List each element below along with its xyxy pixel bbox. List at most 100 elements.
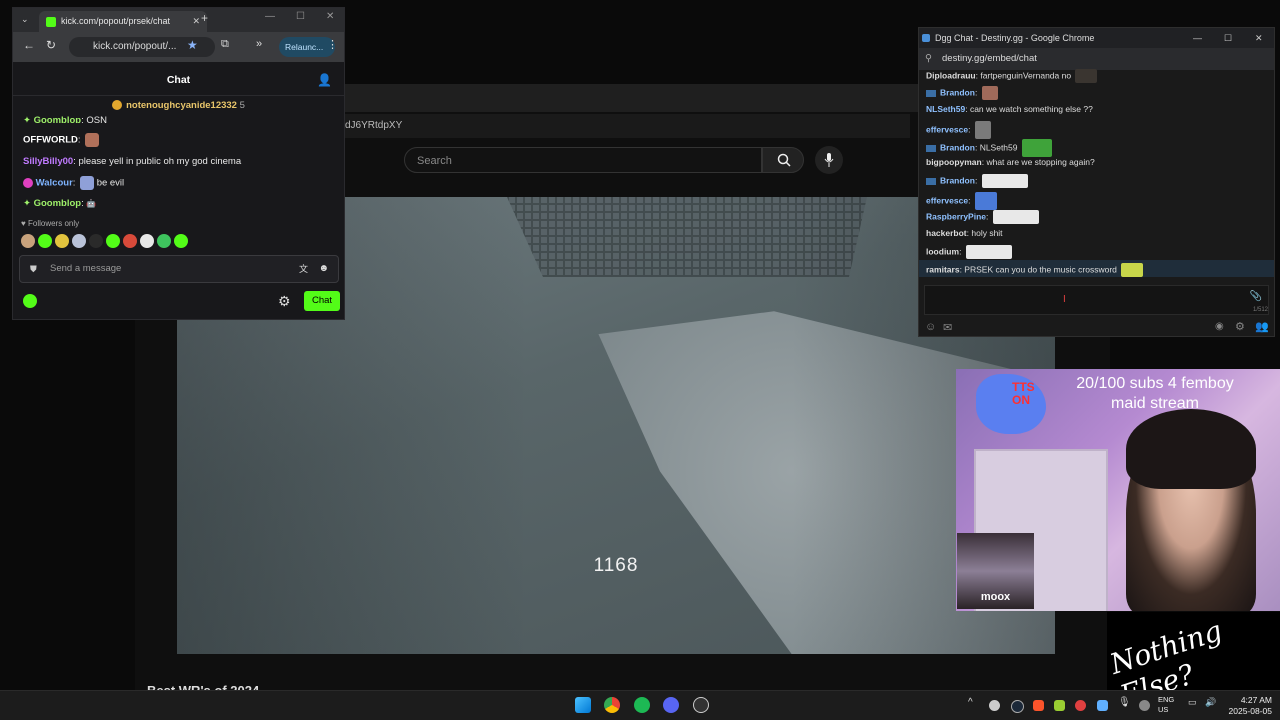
emote-icon[interactable] xyxy=(55,234,69,248)
back-arrow-icon[interactable]: ← xyxy=(23,38,35,52)
kick-chat-window: ⌄ kick.com/popout/prsek/chat ✕ + — ☐ ✕ ←… xyxy=(12,7,345,320)
emote-icon[interactable] xyxy=(123,234,137,248)
maximize-icon[interactable]: ☐ xyxy=(296,11,305,22)
dgg-chat-input[interactable]: I 📎 xyxy=(924,285,1269,315)
kick-browser-tab[interactable]: kick.com/popout/prsek/chat ✕ xyxy=(39,11,207,32)
coin-icon xyxy=(112,100,123,111)
users-icon[interactable]: 👥 xyxy=(1255,320,1269,333)
close-tab-icon[interactable]: ✕ xyxy=(192,11,200,31)
extensions-icon[interactable]: ⧉ xyxy=(221,38,229,51)
emote-icon[interactable] xyxy=(140,234,154,248)
tray-app-icon[interactable] xyxy=(1075,700,1086,711)
site-info-icon[interactable]: ⚲ xyxy=(925,48,932,70)
pinned-count: 5 xyxy=(239,100,245,111)
maximize-icon[interactable]: ☐ xyxy=(1224,28,1232,48)
chat-username[interactable]: Goomblop xyxy=(34,115,82,123)
volume-icon[interactable]: 🔊 xyxy=(1205,697,1216,708)
microphone-icon[interactable]: 🎙 xyxy=(1118,697,1131,708)
emote-icon[interactable] xyxy=(38,234,52,248)
dgg-url-field[interactable]: ⚲ destiny.gg/embed/chat xyxy=(919,48,1274,70)
chat-username[interactable]: bigpoopyman xyxy=(926,157,982,167)
tray-app-icon[interactable] xyxy=(1139,700,1150,711)
tray-chevron-icon[interactable]: ^ xyxy=(968,697,973,708)
chat-username[interactable]: Goomblop xyxy=(34,198,82,209)
chat-username[interactable]: Walcour xyxy=(36,178,73,189)
new-tab-icon[interactable]: + xyxy=(201,11,208,25)
emote-icon xyxy=(1021,139,1052,157)
chat-username[interactable]: loodium xyxy=(926,246,959,256)
chat-username[interactable]: SillyBilly00 xyxy=(23,156,73,167)
chat-username[interactable]: effervesce xyxy=(926,124,968,134)
eye-icon[interactable]: ◉ xyxy=(1215,321,1224,332)
whispers-icon[interactable]: ✉ xyxy=(943,321,952,334)
emote-icon xyxy=(981,86,998,100)
tray-app-icon[interactable] xyxy=(1097,700,1108,711)
more-tabs-icon[interactable]: » xyxy=(256,38,262,50)
emote-icon[interactable] xyxy=(72,234,86,248)
minimize-icon[interactable]: — xyxy=(1193,28,1202,48)
reload-icon[interactable]: ↻ xyxy=(46,38,56,52)
clock-time: 4:27 AM xyxy=(1240,695,1272,705)
youtube-address-bar[interactable]: dJ6YRtdpXY xyxy=(345,114,910,138)
emote-icon[interactable] xyxy=(157,234,171,248)
chat-username[interactable]: OFFWORLD xyxy=(23,135,78,146)
send-message-input[interactable]: ⛊ Send a message 文 ☻ xyxy=(19,255,339,283)
minimize-icon[interactable]: — xyxy=(265,11,275,22)
spotify-icon[interactable] xyxy=(634,697,650,713)
user-settings-icon[interactable]: 👤 xyxy=(317,64,332,96)
emote-icon xyxy=(965,245,1012,259)
chat-username[interactable]: Brandon xyxy=(940,87,975,97)
language-indicator[interactable]: ENG US xyxy=(1158,695,1174,715)
chat-username[interactable]: NLSeth59 xyxy=(926,104,965,114)
emoji-icon[interactable]: ☻ xyxy=(318,256,329,282)
chat-username[interactable]: effervesce xyxy=(926,195,968,205)
emote-icon xyxy=(992,210,1039,224)
tab-list-chevron-icon[interactable]: ⌄ xyxy=(21,14,29,25)
obs-icon[interactable] xyxy=(693,697,709,713)
voice-search-button[interactable] xyxy=(815,146,843,174)
pinned-gift[interactable]: notenoughcyanide12332 5 xyxy=(13,100,344,114)
bookmark-star-icon[interactable]: ★ xyxy=(187,38,198,52)
gear-icon[interactable]: ⚙ xyxy=(278,293,291,310)
emote-icon[interactable] xyxy=(106,234,120,248)
gear-icon[interactable]: ⚙ xyxy=(1235,320,1245,333)
kebab-menu-icon[interactable]: ⋮ xyxy=(327,38,338,51)
close-window-icon[interactable]: ✕ xyxy=(326,11,334,22)
chat-message: ✦ Goomblop: 🤖 xyxy=(23,198,97,209)
system-clock[interactable]: 4:27 AM 2025-08-05 xyxy=(1228,695,1272,717)
chat-username[interactable]: Diploadrauu xyxy=(926,70,976,80)
tray-app-icon[interactable] xyxy=(1054,700,1065,711)
brave-icon[interactable] xyxy=(1033,700,1044,711)
close-window-icon[interactable]: ✕ xyxy=(1255,28,1263,48)
chat-text: holy shit xyxy=(971,228,1003,238)
emote-icon[interactable] xyxy=(89,234,103,248)
tray-app-icon[interactable] xyxy=(989,700,1000,711)
youtube-search-button[interactable] xyxy=(762,147,804,173)
chat-username[interactable]: Brandon xyxy=(940,175,975,185)
chat-message: Brandon: xyxy=(926,174,1028,188)
kick-logo-icon[interactable] xyxy=(23,294,37,308)
steam-icon[interactable] xyxy=(1011,700,1024,713)
emote-icon[interactable] xyxy=(21,234,35,248)
start-windows-icon[interactable] xyxy=(575,697,591,713)
attach-icon[interactable]: 📎 xyxy=(1250,291,1262,302)
dgg-window-title: Dgg Chat - Destiny.gg - Google Chrome xyxy=(935,33,1095,43)
youtube-search-input[interactable]: Search xyxy=(404,147,762,173)
chat-username[interactable]: Brandon xyxy=(940,142,975,152)
send-chat-button[interactable]: Chat xyxy=(304,291,340,311)
emote-icon[interactable] xyxy=(174,234,188,248)
chrome-icon[interactable] xyxy=(604,697,620,713)
emote-icon xyxy=(981,174,1028,188)
chat-username[interactable]: RaspberryPine xyxy=(926,211,986,221)
lang-line1: ENG xyxy=(1158,695,1175,704)
discord-icon[interactable] xyxy=(663,697,679,713)
streamer-hair xyxy=(1126,409,1256,489)
emote-icon xyxy=(80,176,95,190)
clock-date: 2025-08-05 xyxy=(1228,706,1272,716)
translate-icon[interactable]: 文 xyxy=(299,256,308,282)
chat-username[interactable]: ramitars xyxy=(926,264,960,274)
network-icon[interactable]: ▭ xyxy=(1188,697,1197,708)
shield-icon: ⛊ xyxy=(30,264,37,274)
chat-username[interactable]: hackerbot xyxy=(926,228,967,238)
emoji-icon[interactable]: ☺ xyxy=(925,321,936,333)
